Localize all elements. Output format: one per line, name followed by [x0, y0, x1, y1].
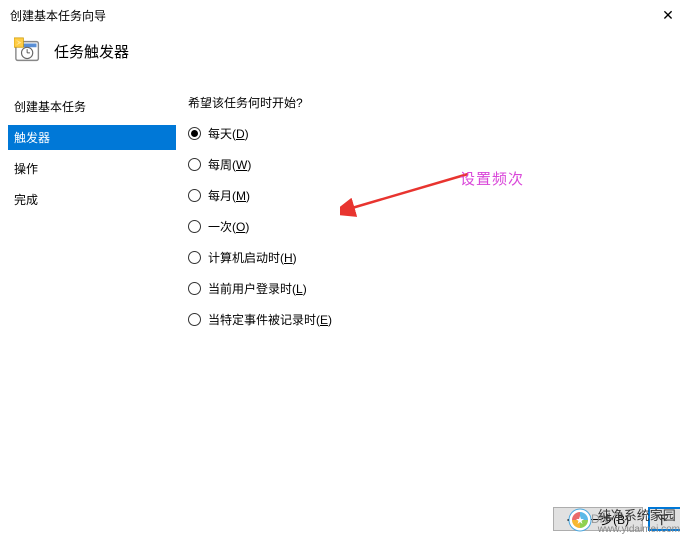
radio-monthly[interactable]: 每月(M) [188, 187, 692, 204]
watermark-url: www.yidaimei.com [598, 524, 680, 535]
radio-icon [188, 282, 201, 295]
radio-label: 一次(O) [208, 218, 249, 235]
radio-daily[interactable]: 每天(D) [188, 125, 692, 142]
page-title: 任务触发器 [54, 41, 129, 62]
radio-label: 当前用户登录时(L) [208, 280, 307, 297]
radio-icon [188, 251, 201, 264]
radio-weekly[interactable]: 每周(W) [188, 156, 692, 173]
radio-label: 每天(D) [208, 125, 249, 142]
clock-icon [14, 36, 44, 66]
radio-label: 当特定事件被记录时(E) [208, 311, 332, 328]
radio-icon [188, 158, 201, 171]
sidebar-item-trigger[interactable]: 触发器 [8, 125, 176, 150]
radio-icon [188, 127, 201, 140]
sidebar-item-finish[interactable]: 完成 [8, 187, 176, 212]
wizard-header: 任务触发器 [0, 28, 692, 94]
radio-label: 每月(M) [208, 187, 250, 204]
radio-event[interactable]: 当特定事件被记录时(E) [188, 311, 692, 328]
close-icon[interactable]: ✕ [654, 7, 682, 24]
watermark-name: 纯净系统家园 [598, 505, 680, 524]
sidebar-item-action[interactable]: 操作 [8, 156, 176, 181]
window-title: 创建基本任务向导 [10, 7, 106, 24]
radio-icon [188, 313, 201, 326]
watermark-logo-icon [568, 508, 592, 532]
radio-once[interactable]: 一次(O) [188, 218, 692, 235]
trigger-options: 每天(D) 每周(W) 每月(M) 一次(O) 计算机启动时(H) 当前用户登录… [188, 125, 692, 328]
watermark: 纯净系统家园 www.yidaimei.com [568, 505, 680, 535]
sidebar-item-create[interactable]: 创建基本任务 [8, 94, 176, 119]
radio-label: 计算机启动时(H) [208, 249, 297, 266]
radio-icon [188, 189, 201, 202]
trigger-prompt: 希望该任务何时开始? [188, 94, 692, 111]
radio-logon[interactable]: 当前用户登录时(L) [188, 280, 692, 297]
radio-label: 每周(W) [208, 156, 251, 173]
annotation-label: 设置频次 [460, 168, 524, 189]
radio-startup[interactable]: 计算机启动时(H) [188, 249, 692, 266]
wizard-steps: 创建基本任务 触发器 操作 完成 [8, 94, 176, 342]
radio-icon [188, 220, 201, 233]
